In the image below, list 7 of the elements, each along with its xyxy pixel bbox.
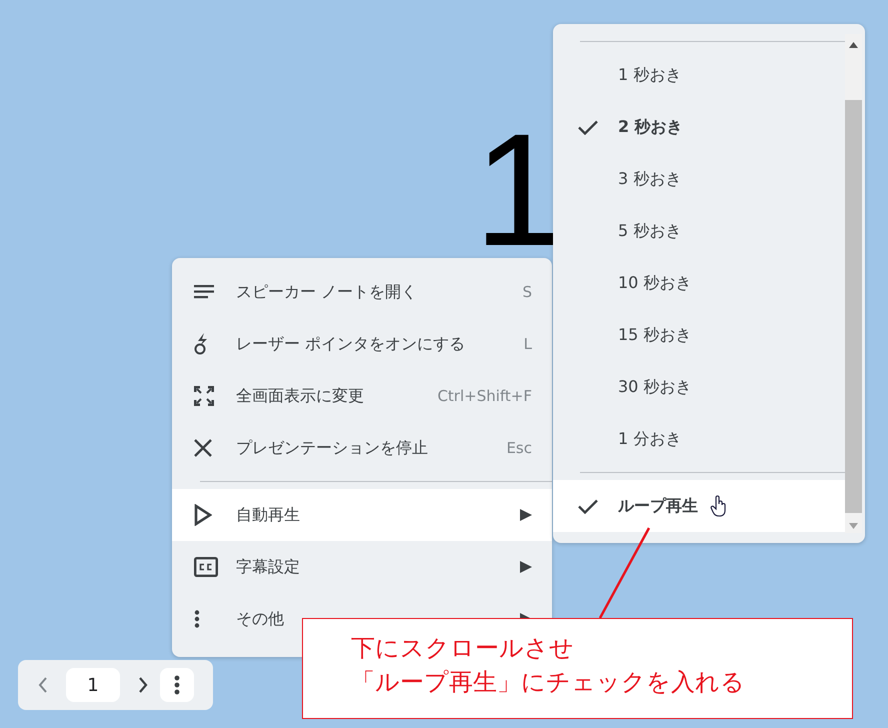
slide-title: 1 xyxy=(474,124,557,256)
shortcut-text: Esc xyxy=(506,439,532,457)
shortcut-text: L xyxy=(524,335,532,353)
annotation-text: 「ループ再生」にチェックを入れる xyxy=(351,667,745,698)
annotation-text: 下にスクロールさせ xyxy=(351,633,574,664)
shortcut-text: S xyxy=(522,283,532,301)
shortcut-text: Ctrl+Shift+F xyxy=(437,387,532,405)
